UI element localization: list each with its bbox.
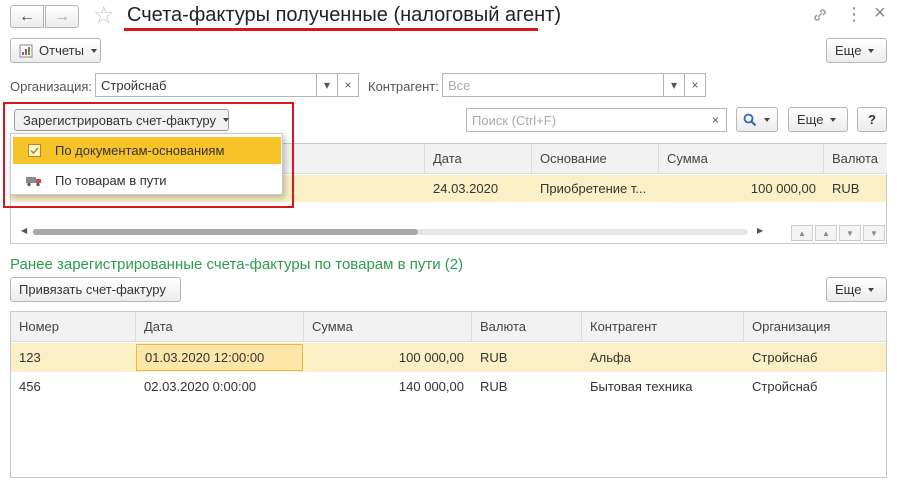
scroll-right-icon[interactable]: ▶ bbox=[757, 226, 763, 235]
more-label: Еще bbox=[835, 43, 862, 58]
column-header-counterparty[interactable]: Контрагент bbox=[582, 312, 744, 342]
attach-invoice-label: Привязать счет-фактуру bbox=[19, 282, 166, 297]
clear-icon: × bbox=[711, 113, 719, 127]
counterparty-field[interactable]: Все bbox=[442, 73, 664, 97]
table-row[interactable]: 456 02.03.2020 0:00:00 140 000,00 RUB Бы… bbox=[11, 373, 886, 401]
section-title: Ранее зарегистрированные счета-фактуры п… bbox=[10, 256, 464, 273]
scroll-down-icon[interactable]: ▼ bbox=[839, 225, 861, 241]
counterparty-clear-button[interactable]: × bbox=[684, 73, 706, 97]
reports-icon bbox=[19, 44, 33, 58]
counterparty-dropdown-button[interactable]: ▾ bbox=[663, 73, 685, 97]
column-header-number[interactable]: Номер bbox=[11, 312, 136, 342]
counterparty-label: Контрагент: bbox=[368, 79, 439, 94]
organization-value: Стройснаб bbox=[101, 77, 167, 93]
more-label: Еще bbox=[835, 282, 862, 297]
organization-field[interactable]: Стройснаб bbox=[95, 73, 317, 97]
dropdown-icon: ▾ bbox=[670, 78, 678, 92]
cell-number: 456 bbox=[19, 379, 41, 394]
search-input[interactable]: Поиск (Ctrl+F) bbox=[466, 108, 706, 132]
back-arrow-icon: ← bbox=[19, 7, 35, 25]
clear-icon: × bbox=[344, 78, 352, 92]
page-title: Счета-фактуры полученные (налоговый аген… bbox=[127, 4, 561, 26]
search-button[interactable] bbox=[736, 107, 778, 132]
attach-invoice-button[interactable]: Привязать счет-фактуру bbox=[10, 277, 181, 302]
forward-button[interactable]: → bbox=[45, 5, 79, 28]
cell-counterparty: Альфа bbox=[590, 350, 631, 365]
more-button-search[interactable]: Еще bbox=[788, 107, 848, 132]
dropdown-icon: ▾ bbox=[323, 78, 331, 92]
cell-organization: Стройснаб bbox=[752, 350, 818, 365]
cell-currency: RUB bbox=[832, 181, 860, 196]
cell-currency: RUB bbox=[480, 350, 508, 365]
help-label: ? bbox=[868, 112, 876, 127]
cell-organization: Стройснаб bbox=[752, 379, 818, 394]
chevron-down-icon bbox=[90, 48, 97, 53]
column-header-date[interactable]: Дата bbox=[425, 144, 532, 174]
cell-currency: RUB bbox=[480, 379, 508, 394]
horizontal-scrollbar-track[interactable] bbox=[33, 229, 748, 235]
close-icon[interactable]: × bbox=[874, 2, 886, 25]
column-header-date[interactable]: Дата bbox=[136, 312, 304, 342]
cell-date: 24.03.2020 bbox=[433, 181, 499, 196]
organization-clear-button[interactable]: × bbox=[337, 73, 359, 97]
column-header-sum[interactable]: Сумма bbox=[304, 312, 472, 342]
clear-icon: × bbox=[691, 78, 699, 92]
chevron-down-icon bbox=[868, 287, 875, 292]
search-placeholder: Поиск (Ctrl+F) bbox=[472, 112, 557, 128]
organization-label: Организация: bbox=[10, 79, 93, 94]
registered-invoices-table: Номер Дата Сумма Валюта Контрагент Орган… bbox=[10, 311, 887, 478]
search-icon bbox=[743, 113, 757, 127]
column-header-organization[interactable]: Организация bbox=[744, 312, 886, 342]
link-icon[interactable] bbox=[811, 6, 829, 24]
table-row[interactable]: 123 01.03.2020 12:00:00 100 000,00 RUB А… bbox=[11, 343, 886, 372]
reports-button[interactable]: Отчеты bbox=[10, 38, 101, 63]
column-header-currency[interactable]: Валюта bbox=[472, 312, 582, 342]
chevron-down-icon bbox=[830, 117, 837, 122]
cell-date-selected[interactable]: 01.03.2020 12:00:00 bbox=[136, 344, 303, 371]
cell-sum: 140 000,00 bbox=[398, 379, 464, 394]
reports-label: Отчеты bbox=[39, 43, 84, 58]
cell-basis: Приобретение т... bbox=[540, 181, 647, 196]
chevron-down-icon bbox=[764, 117, 770, 122]
scroll-left-icon[interactable]: ◀ bbox=[21, 226, 27, 235]
counterparty-placeholder: Все bbox=[448, 77, 471, 93]
title-underline bbox=[124, 28, 538, 31]
organization-dropdown-button[interactable]: ▾ bbox=[316, 73, 338, 97]
cell-counterparty: Бытовая техника bbox=[590, 379, 693, 394]
scroll-up-icon[interactable]: ▲ bbox=[815, 225, 837, 241]
search-clear-button[interactable]: × bbox=[705, 108, 727, 132]
cell-sum: 100 000,00 bbox=[398, 350, 464, 365]
help-button[interactable]: ? bbox=[857, 107, 887, 132]
chevron-down-icon bbox=[868, 48, 875, 53]
more-vertical-icon[interactable]: ⋮ bbox=[845, 4, 863, 25]
column-header-sum[interactable]: Сумма bbox=[659, 144, 824, 174]
cell-date: 02.03.2020 0:00:00 bbox=[144, 379, 257, 394]
more-label: Еще bbox=[797, 112, 824, 127]
forward-arrow-icon: → bbox=[54, 7, 70, 25]
column-header-currency[interactable]: Валюта bbox=[824, 144, 887, 174]
column-header-basis[interactable]: Основание bbox=[532, 144, 659, 174]
horizontal-scrollbar-thumb[interactable] bbox=[33, 229, 418, 235]
scroll-first-icon[interactable]: ▲ bbox=[791, 225, 813, 241]
favorite-star-icon[interactable]: ☆ bbox=[93, 1, 115, 30]
cell-number: 123 bbox=[19, 350, 41, 365]
highlight-box bbox=[3, 102, 294, 208]
more-button-bottom[interactable]: Еще bbox=[826, 277, 887, 302]
cell-sum: 100 000,00 bbox=[750, 181, 816, 196]
back-button[interactable]: ← bbox=[10, 5, 44, 28]
scroll-last-icon[interactable]: ▼ bbox=[863, 225, 885, 241]
more-button-top[interactable]: Еще bbox=[826, 38, 887, 63]
